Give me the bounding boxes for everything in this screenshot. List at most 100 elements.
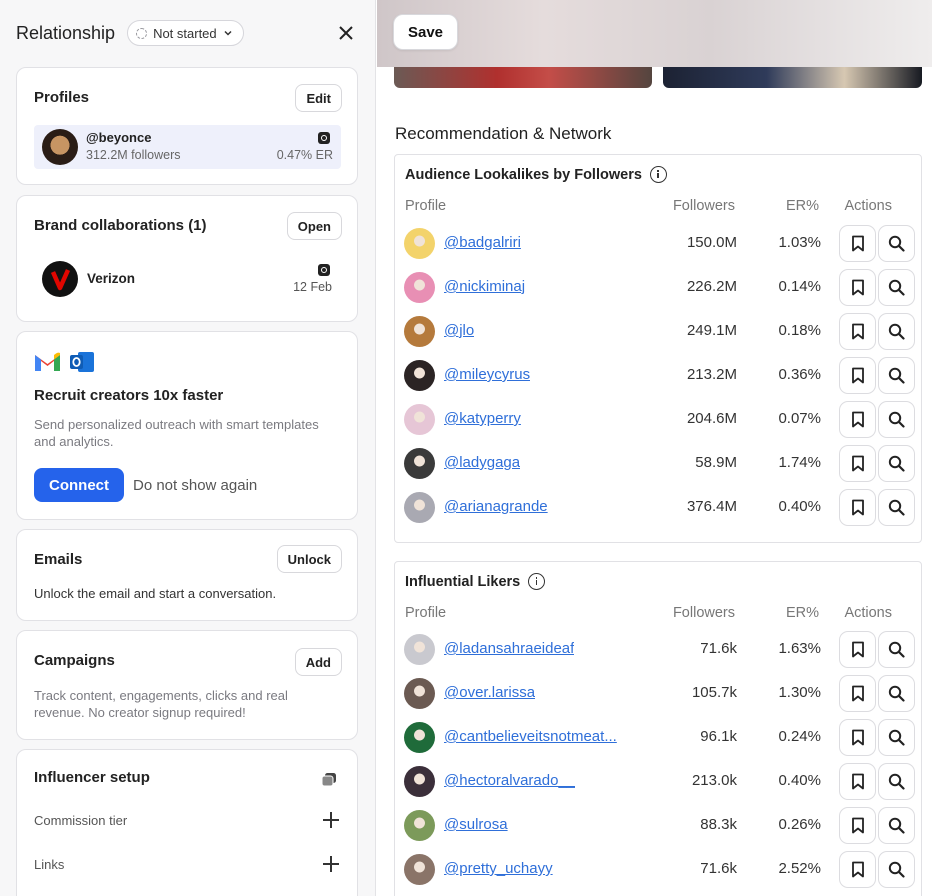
bookmark-icon [851,685,864,702]
table-row: @hectoralvarado__ 213.0k 0.40% [395,760,923,804]
avatar [404,766,435,797]
bookmark-button[interactable] [839,631,876,668]
status-dropdown[interactable]: Not started [127,20,244,46]
followers-value: 376.4M [686,498,737,515]
er-value: 0.36% [778,366,821,383]
profile-link[interactable]: @arianagrande [444,498,548,515]
table-row: @ladygaga 58.9M 1.74% [395,442,923,486]
search-button[interactable] [878,445,915,482]
bookmark-button[interactable] [839,445,876,482]
unlock-email-button[interactable]: Unlock [276,545,342,573]
profile-link[interactable]: @pretty_uchayy [444,860,553,877]
profile-link[interactable]: @cantbelieveitsnotmeat... [444,728,617,745]
commission-tier-label: Commission tier [34,812,128,828]
search-icon [888,235,905,252]
links-row[interactable]: Links [34,854,339,874]
bookmark-button[interactable] [839,807,876,844]
post-thumbnail[interactable] [394,67,652,88]
search-button[interactable] [878,807,915,844]
search-button[interactable] [878,851,915,888]
search-button[interactable] [878,631,915,668]
close-icon [339,26,353,40]
column-header-followers: Followers [672,198,735,214]
profile-item[interactable]: @beyonce 312.2M followers 0.47% ER [34,125,341,169]
profile-link[interactable]: @sulrosa [444,816,508,833]
bookmark-button[interactable] [839,313,876,350]
chevron-down-icon [224,30,232,36]
recruit-promo-card: Recruit creators 10x faster Send persona… [16,331,358,520]
do-not-show-again-button[interactable]: Do not show again [133,477,257,494]
bookmark-icon [851,773,864,790]
avatar [404,316,435,347]
bookmark-button[interactable] [839,763,876,800]
profile-link[interactable]: @hectoralvarado__ [444,772,575,789]
search-button[interactable] [878,763,915,800]
profile-link[interactable]: @badgalriri [444,234,521,251]
search-button[interactable] [878,357,915,394]
links-label: Links [34,856,65,872]
column-header-er: ER% [785,605,819,621]
profile-link[interactable]: @ladygaga [444,454,520,471]
column-header-actions: Actions [844,198,892,214]
save-button[interactable]: Save [393,14,458,50]
add-link-icon[interactable] [323,856,339,872]
table-row: @over.larissa 105.7k 1.30% [395,672,923,716]
profile-handle: @beyonce [86,130,152,145]
likers-title: Influential Likers [405,573,521,590]
profile-link[interactable]: @jlo [444,322,474,339]
bookmark-button[interactable] [839,269,876,306]
profile-link[interactable]: @nickiminaj [444,278,525,295]
info-icon[interactable] [528,573,546,590]
bookmark-button[interactable] [839,225,876,262]
bookmark-button[interactable] [839,851,876,888]
likers-header: Influential Likers [405,573,546,590]
lookalikes-header: Audience Lookalikes by Followers [405,166,667,183]
close-button[interactable] [335,22,357,44]
avatar [404,360,435,391]
er-value: 0.24% [778,728,821,745]
open-collaborations-button[interactable]: Open [286,212,342,240]
profile-link[interactable]: @mileycyrus [444,366,530,383]
followers-value: 71.6k [700,640,737,657]
copy-icon[interactable] [321,772,337,787]
recommendation-title: Recommendation & Network [395,124,612,143]
avatar [404,854,435,885]
search-button[interactable] [878,719,915,756]
emails-description: Unlock the email and start a conversatio… [34,586,277,601]
profile-link[interactable]: @katyperry [444,410,521,427]
post-thumbnail[interactable] [663,67,922,88]
bookmark-button[interactable] [839,675,876,712]
bookmark-icon [851,411,864,428]
bookmark-button[interactable] [839,719,876,756]
search-button[interactable] [878,675,915,712]
edit-profiles-button[interactable]: Edit [295,84,342,112]
bookmark-button[interactable] [839,489,876,526]
commission-tier-row[interactable]: Commission tier [34,810,339,830]
add-campaign-button[interactable]: Add [294,648,342,676]
search-button[interactable] [878,225,915,262]
bookmark-icon [851,641,864,658]
info-icon[interactable] [649,166,667,183]
search-icon [888,455,905,472]
content-panel: Save Recommendation & Network Audience L… [377,0,932,896]
bookmark-button[interactable] [839,357,876,394]
bookmark-icon [851,817,864,834]
brand-name: Verizon [87,271,136,286]
status-label: Not started [153,25,217,41]
search-button[interactable] [878,401,915,438]
search-button[interactable] [878,489,915,526]
search-icon [888,729,905,746]
bookmark-icon [851,499,864,516]
bookmark-button[interactable] [839,401,876,438]
table-row: @pretty_uchayy 71.6k 2.52% [395,848,923,892]
search-button[interactable] [878,269,915,306]
er-value: 0.18% [778,322,821,339]
column-header-er: ER% [785,198,819,214]
add-commission-tier-icon[interactable] [323,812,339,828]
search-button[interactable] [878,313,915,350]
profile-link[interactable]: @over.larissa [444,684,535,701]
profile-link[interactable]: @ladansahraeideaf [444,640,574,657]
recruit-description: Send personalized outreach with smart te… [34,417,319,449]
connect-button[interactable]: Connect [34,468,124,502]
audience-lookalikes-table: Audience Lookalikes by Followers Profile… [394,154,922,543]
